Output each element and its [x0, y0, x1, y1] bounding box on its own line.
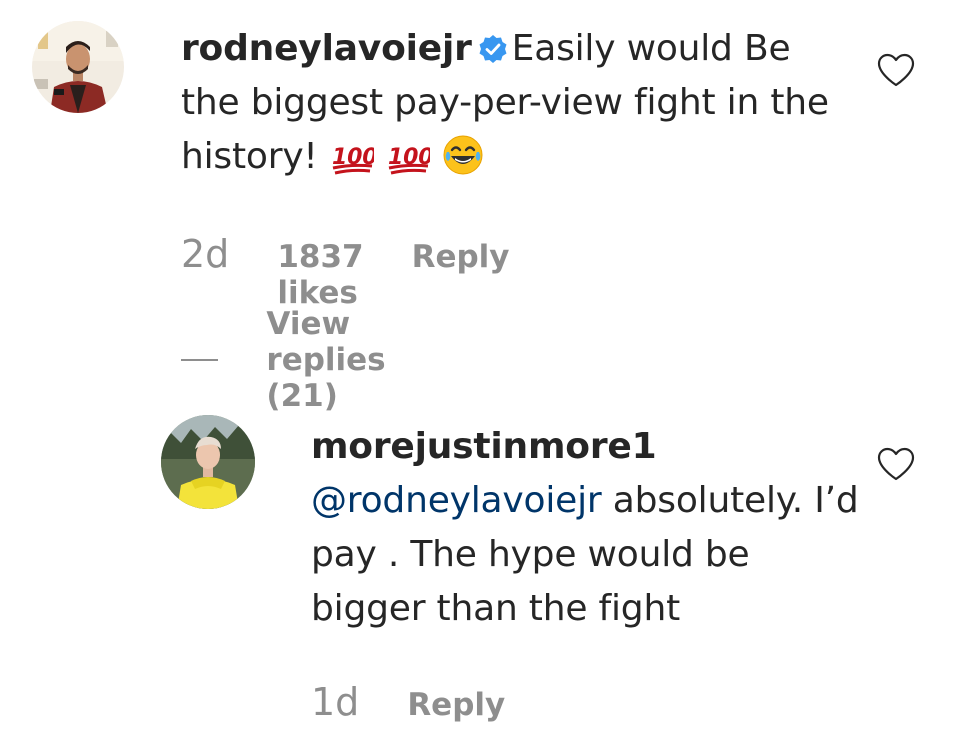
tears-of-joy-emoji: [442, 134, 484, 192]
reply-timestamp[interactable]: 1d: [311, 680, 359, 724]
hundred-points-emoji: 100: [386, 138, 433, 192]
verified-badge-icon: [479, 35, 507, 63]
view-replies-button[interactable]: View replies (21): [181, 306, 420, 414]
view-replies-label: View replies (21): [266, 306, 386, 414]
avatar-morejustinmore1[interactable]: [161, 415, 255, 509]
reply-body: morejustinmore1 @rodneylavoiejr absolute…: [311, 420, 871, 636]
reply-meta: 1d Reply: [311, 680, 505, 724]
avatar-rodneylavoiejr[interactable]: [32, 21, 124, 113]
heart-outline-icon[interactable]: [876, 52, 916, 88]
comment-timestamp[interactable]: 2d: [181, 232, 229, 276]
heart-outline-icon[interactable]: [876, 446, 916, 482]
hundred-points-emoji: 100: [330, 138, 377, 192]
avatar-image: [161, 415, 255, 509]
comment-meta: 2d 1837 likes Reply: [181, 232, 510, 311]
reply-button[interactable]: Reply: [407, 687, 505, 723]
comment-username[interactable]: rodneylavoiejr: [181, 28, 472, 69]
reply-button[interactable]: Reply: [412, 239, 510, 275]
comment-likes-count[interactable]: 1837 likes: [277, 239, 363, 311]
avatar-image: [32, 21, 124, 113]
comment-body: rodneylavoiejr Easily would Be the bigge…: [181, 22, 831, 192]
reply-username[interactable]: morejustinmore1: [311, 420, 871, 474]
replies-divider: [181, 359, 219, 361]
mention-link[interactable]: @rodneylavoiejr: [311, 480, 602, 521]
